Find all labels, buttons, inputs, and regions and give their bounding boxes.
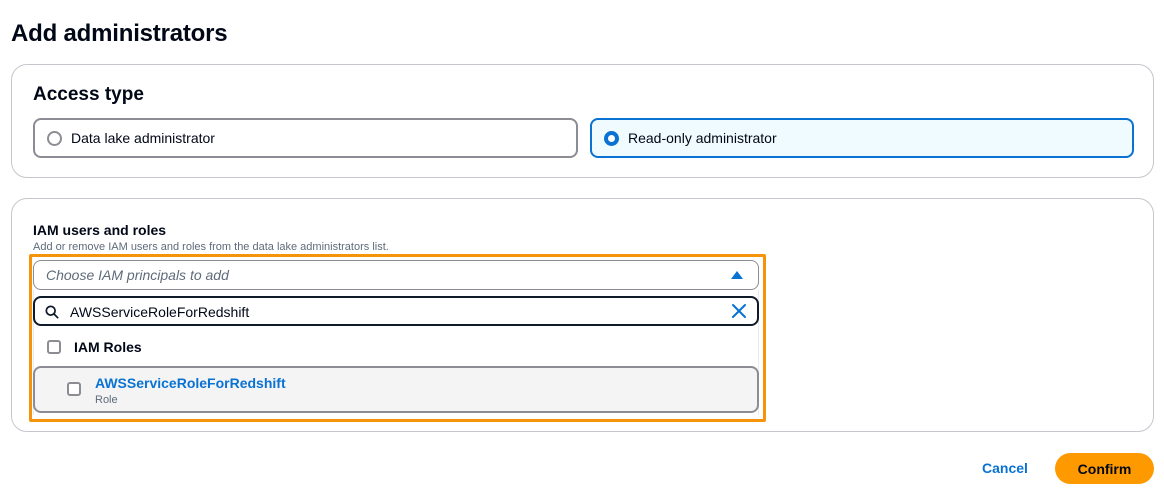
tile-label: Data lake administrator	[71, 130, 215, 146]
page-title: Add administrators	[11, 20, 228, 47]
highlight-box	[29, 254, 766, 422]
iam-field-description: Add or remove IAM users and roles from t…	[33, 241, 389, 253]
iam-field-label: IAM users and roles	[33, 222, 167, 238]
confirm-button[interactable]: Confirm	[1055, 453, 1154, 484]
tile-data-lake-administrator[interactable]: Data lake administrator	[33, 118, 578, 158]
access-type-card: Access type Data lake administrator Read…	[11, 64, 1154, 178]
radio-data-lake-administrator[interactable]	[47, 130, 62, 146]
access-type-title: Access type	[33, 84, 144, 105]
cancel-button[interactable]: Cancel	[972, 459, 1038, 477]
tile-read-only-administrator[interactable]: Read-only administrator	[590, 118, 1134, 158]
tile-label: Read-only administrator	[628, 130, 777, 146]
radio-read-only-administrator[interactable]	[604, 130, 619, 146]
